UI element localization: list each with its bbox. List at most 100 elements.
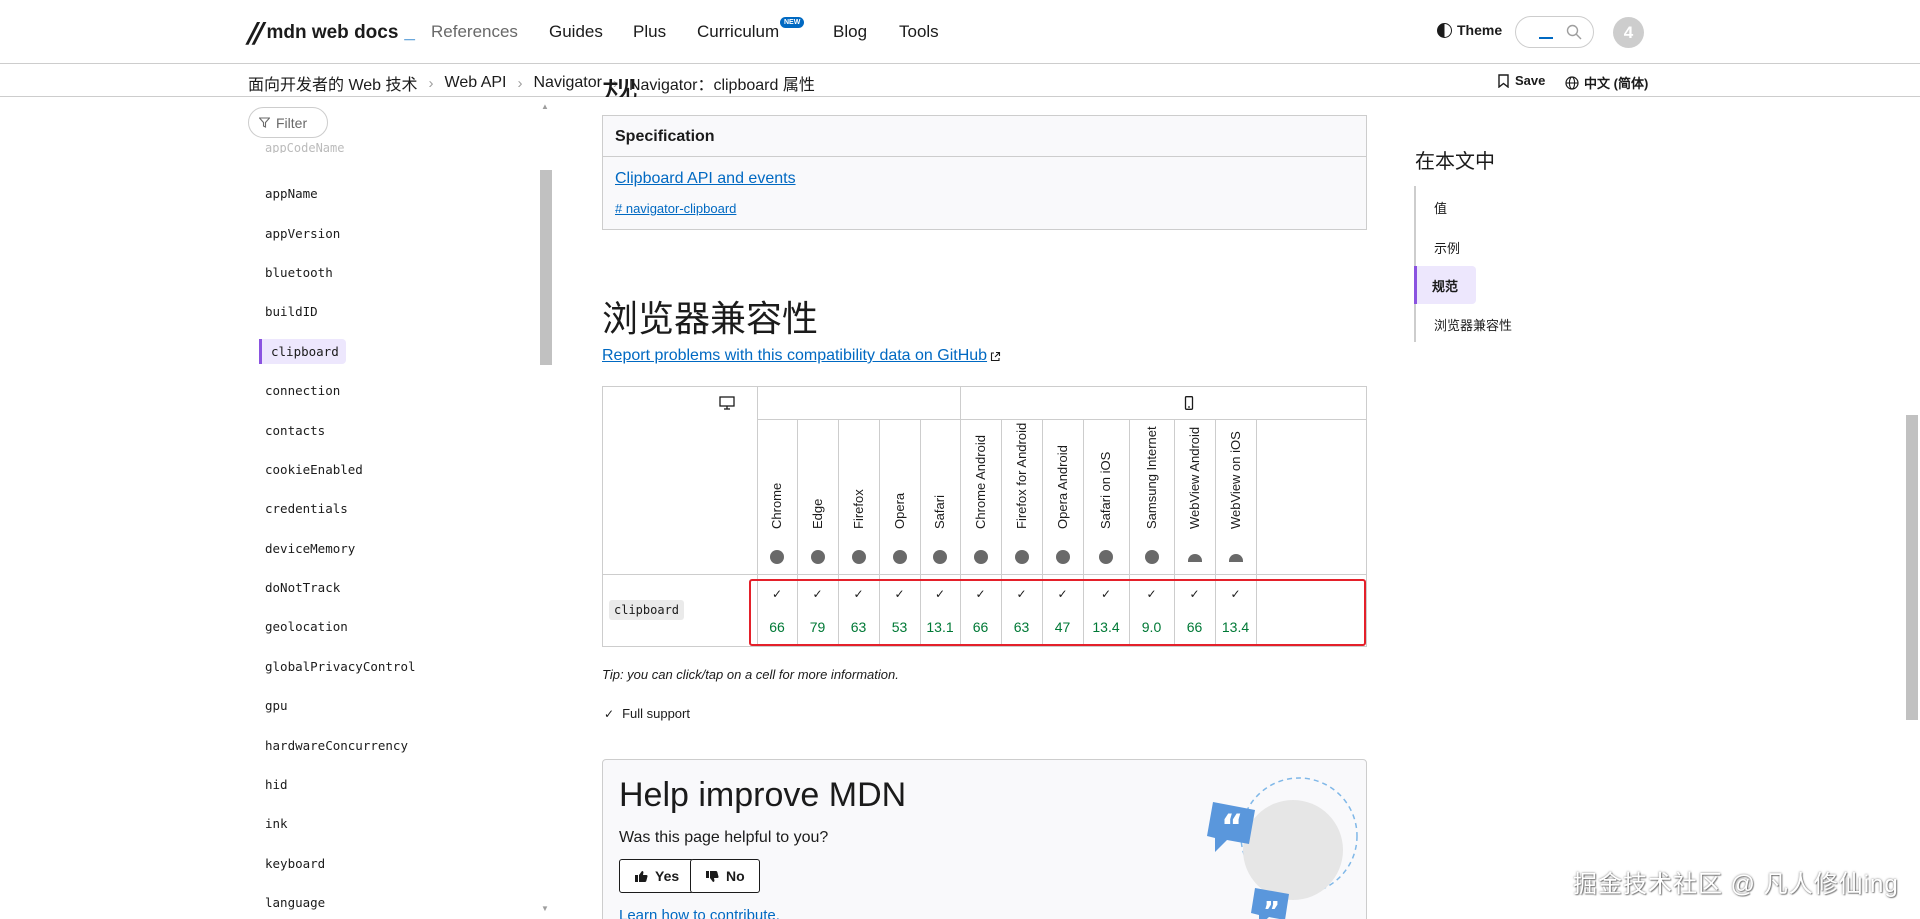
new-badge: NEW	[780, 17, 805, 28]
sidebar-item-hardwareconcurrency[interactable]: hardwareConcurrency	[259, 725, 529, 764]
browser-name: Samsung Internet	[1143, 426, 1159, 529]
firefox-icon	[851, 550, 866, 564]
sidebar-item-buildid[interactable]: buildID	[259, 292, 529, 331]
theme-icon	[1437, 22, 1452, 38]
nav-references[interactable]: References	[431, 22, 518, 42]
sidebar-item-label: ink	[265, 816, 288, 832]
sidebar-item-appversion[interactable]: appVersion	[259, 213, 529, 252]
checkmark-icon: ✓	[604, 706, 615, 721]
sidebar-list: appName appVersion bluetooth buildID clipboa…	[259, 174, 529, 919]
sidebar-item-bluetooth[interactable]: bluetooth	[259, 253, 529, 292]
browser-header: Samsung Internet	[1129, 420, 1174, 574]
toc-item[interactable]: 规范	[1414, 266, 1476, 304]
sidebar-item-cookieenabled[interactable]: cookieEnabled	[259, 450, 529, 489]
spec-table-header: Specification	[603, 116, 1366, 157]
firefox-icon	[1014, 550, 1029, 564]
sidebar-item-credentials[interactable]: credentials	[259, 489, 529, 528]
toc-item[interactable]: 示例	[1416, 228, 1474, 266]
edge-icon	[810, 550, 825, 564]
sidebar-item-label: cookieEnabled	[265, 461, 363, 477]
sidebar-item-appname[interactable]: appName	[259, 174, 529, 213]
no-label: No	[726, 868, 745, 884]
sidebar-item-donottrack[interactable]: doNotTrack	[259, 568, 529, 607]
help-improve-panel: Help improve MDN Was this page helpful t…	[602, 759, 1367, 919]
sidebar-item-label: hardwareConcurrency	[265, 737, 408, 753]
language-label: 中文 (简体)	[1584, 76, 1649, 91]
feedback-illustration-icon: “ ”	[1207, 777, 1358, 919]
sidebar-item-ink[interactable]: ink	[259, 804, 529, 843]
sidebar-item-label: language	[265, 895, 326, 911]
safari-icon	[933, 550, 947, 564]
browser-name: Safari on iOS	[1098, 451, 1113, 529]
browser-header: Opera Android	[1042, 420, 1083, 574]
sidebar-item-label: globalPrivacyControl	[265, 658, 416, 674]
toc-item[interactable]: 值	[1416, 188, 1474, 226]
sidebar-item-label: buildID	[265, 304, 318, 320]
browser-header: WebView on iOS	[1215, 420, 1256, 574]
browser-name: WebView on iOS	[1227, 431, 1243, 529]
mdn-logo[interactable]: // mdn web docs _	[248, 19, 415, 47]
thumbs-down-icon	[706, 870, 719, 882]
nav-curriculum[interactable]: Curriculum	[697, 22, 779, 42]
globe-icon	[1565, 75, 1579, 90]
filter-label: Filter	[276, 114, 308, 131]
toc-item[interactable]: 浏览器兼容性	[1416, 305, 1536, 343]
yes-button[interactable]: Yes	[619, 859, 695, 893]
browser-header: WebView Android	[1174, 420, 1215, 574]
breadcrumb-item[interactable]: Navigator	[533, 74, 601, 92]
sidebar-item-label: deviceMemory	[265, 540, 356, 556]
spec-link[interactable]: Clipboard API and events	[615, 170, 796, 188]
save-button[interactable]: Save	[1498, 73, 1545, 88]
page-scrollbar-thumb[interactable]	[1906, 415, 1918, 720]
compat-heading: 浏览器兼容性	[602, 298, 819, 339]
breadcrumb-item[interactable]: 面向开发者的 Web 技术	[248, 71, 418, 95]
theme-label: Theme	[1457, 22, 1503, 38]
spec-anchor-link[interactable]: # navigator-clipboard	[615, 201, 736, 216]
sidebar-item-devicememory[interactable]: deviceMemory	[259, 529, 529, 568]
sidebar-item-globalprivacycontrol[interactable]: globalPrivacyControl	[259, 647, 529, 686]
report-problems-link[interactable]: Report problems with this compatibility …	[602, 347, 1001, 365]
sidebar-scrollbar-thumb[interactable]	[540, 170, 552, 365]
sidebar-item-label: hid	[265, 777, 288, 793]
language-button[interactable]: 中文 (简体)	[1565, 73, 1648, 92]
theme-button[interactable]: Theme	[1437, 22, 1502, 38]
sidebar-item-keyboard[interactable]: keyboard	[259, 844, 529, 883]
sidebar-item-label: gpu	[265, 698, 288, 714]
breadcrumb-item[interactable]: Web API	[445, 74, 507, 92]
no-button[interactable]: No	[690, 859, 760, 893]
sidebar-item-contacts[interactable]: contacts	[259, 410, 529, 449]
sidebar-item-language[interactable]: language	[259, 883, 529, 919]
help-question: Was this page helpful to you?	[619, 829, 829, 846]
android-icon	[1228, 554, 1243, 562]
nav-blog[interactable]: Blog	[833, 22, 867, 42]
scroll-up-arrow-icon[interactable]: ▲	[541, 102, 549, 111]
nav-tools[interactable]: Tools	[899, 22, 939, 42]
chevron-right-icon: ›	[517, 74, 523, 92]
search-input[interactable]	[1515, 16, 1594, 48]
highlight-box	[749, 579, 1366, 646]
nav-guides[interactable]: Guides	[549, 22, 603, 42]
compat-tip: Tip: you can click/tap on a cell for mor…	[602, 667, 899, 682]
android-icon	[1187, 554, 1202, 562]
search-icon	[1566, 24, 1582, 40]
browser-header: Safari	[920, 420, 960, 574]
chevron-right-icon: ›	[428, 74, 434, 92]
sidebar-item-geolocation[interactable]: geolocation	[259, 607, 529, 646]
sidebar-item-label: credentials	[265, 501, 348, 517]
sidebar-item-clipboard[interactable]: clipboard	[259, 332, 529, 371]
sidebar-item-connection[interactable]: connection	[259, 371, 529, 410]
external-link-icon	[991, 351, 1001, 361]
specification-table: Specification Clipboard API and events #…	[602, 115, 1367, 230]
help-title: Help improve MDN	[619, 776, 907, 814]
sidebar-item-label: geolocation	[265, 619, 348, 635]
avatar[interactable]: 4	[1613, 17, 1644, 48]
sidebar-item-gpu[interactable]: gpu	[259, 686, 529, 725]
sidebar-item-label: contacts	[265, 422, 326, 438]
scroll-down-arrow-icon[interactable]: ▼	[541, 904, 549, 913]
nav-plus[interactable]: Plus	[633, 22, 666, 42]
sidebar-filter-button[interactable]: Filter	[248, 107, 328, 138]
sidebar-item-hid[interactable]: hid	[259, 765, 529, 804]
learn-contribute-link[interactable]: Learn how to contribute.	[619, 907, 780, 919]
safari-icon	[1099, 550, 1113, 564]
yes-label: Yes	[655, 868, 680, 884]
